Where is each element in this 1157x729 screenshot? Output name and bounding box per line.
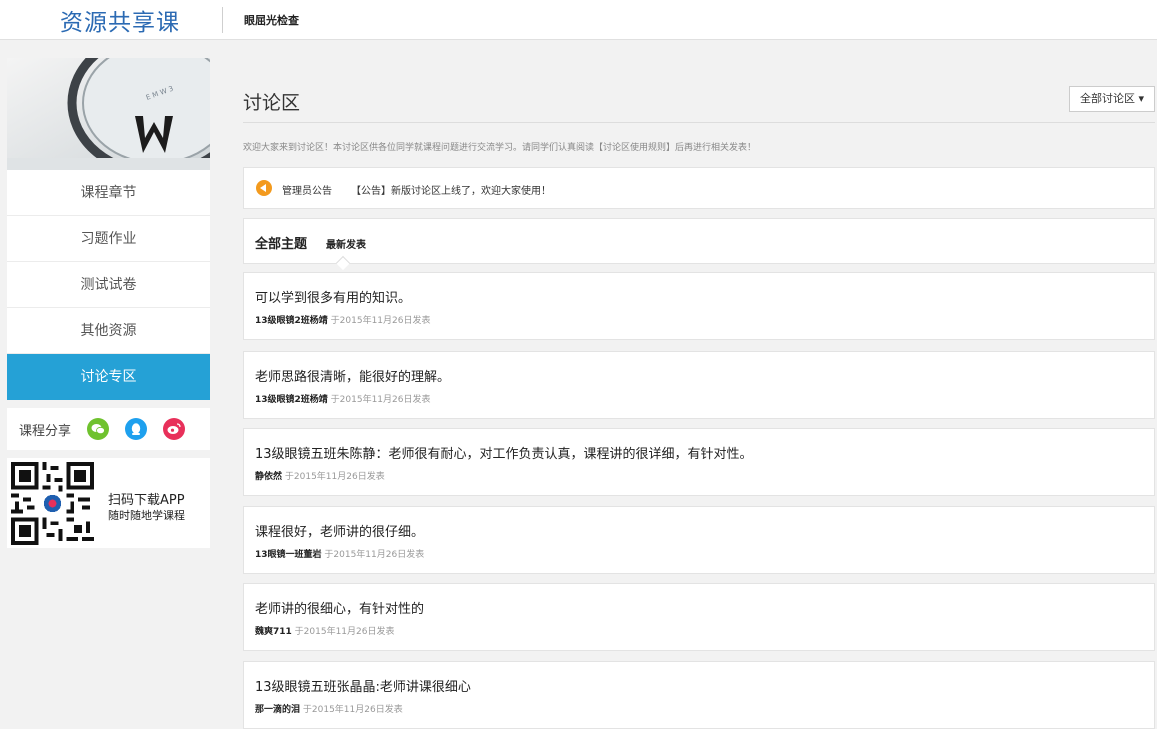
post-item[interactable]: 可以学到很多有用的知识。 13级眼镜2班杨靖 于2015年11月26日发表 — [243, 272, 1155, 340]
post-author[interactable]: 13眼镜一班董岩 — [255, 550, 322, 560]
course-title: 眼屈光检查 — [244, 14, 299, 27]
site-logo[interactable]: 资源共享课 — [60, 3, 180, 37]
course-cover-image: E M W 3 — [7, 58, 210, 170]
nav-item-chapters[interactable]: 课程章节 — [7, 170, 210, 216]
post-meta: 13级眼镜2班杨靖 于2015年11月26日发表 — [255, 313, 430, 326]
post-title[interactable]: 老师讲的很细心，有针对性的 — [255, 598, 424, 617]
post-title[interactable]: 13级眼镜五班朱陈静：老师很有耐心，对工作负责认真，课程讲的很详细，有针对性。 — [255, 443, 753, 462]
post-author[interactable]: 13级眼镜2班杨靖 — [255, 316, 328, 326]
post-title[interactable]: 老师思路很清晰，能很好的理解。 — [255, 366, 450, 385]
post-meta: 13眼镜一班董岩 于2015年11月26日发表 — [255, 547, 424, 560]
app-download-panel: 扫码下载APP 随时随地学课程 — [7, 458, 210, 548]
topic-tabs: 全部主题 最新发表 — [243, 218, 1155, 271]
post-title[interactable]: 可以学到很多有用的知识。 — [255, 287, 411, 306]
post-item[interactable]: 老师思路很清晰，能很好的理解。 13级眼镜2班杨靖 于2015年11月26日发表 — [243, 351, 1155, 419]
title-divider — [243, 122, 1155, 123]
post-date: 于2015年11月26日发表 — [284, 472, 385, 482]
post-meta: 13级眼镜2班杨靖 于2015年11月26日发表 — [255, 392, 430, 405]
post-item[interactable]: 老师讲的很细心，有针对性的 魏爽711 于2015年11月26日发表 — [243, 583, 1155, 651]
post-meta: 魏爽711 于2015年11月26日发表 — [255, 624, 394, 637]
sidebar: E M W 3 课程章节 习题作业 测试试卷 其他资源 讨论专区 课程分享 扫码… — [7, 58, 210, 548]
post-item[interactable]: 13级眼镜五班张晶晶:老师讲课很细心 那一滴的泪 于2015年11月26日发表 — [243, 661, 1155, 729]
weibo-icon[interactable] — [163, 418, 186, 440]
post-meta: 静依然 于2015年11月26日发表 — [255, 469, 385, 482]
nav-item-homework[interactable]: 习题作业 — [7, 216, 210, 262]
post-author[interactable]: 那一滴的泪 — [255, 705, 300, 715]
post-date: 于2015年11月26日发表 — [302, 705, 403, 715]
nav-item-exams[interactable]: 测试试卷 — [7, 262, 210, 308]
wechat-icon[interactable] — [87, 418, 110, 440]
course-share: 课程分享 — [7, 408, 210, 450]
post-date: 于2015年11月26日发表 — [330, 395, 431, 405]
qr-code — [11, 462, 94, 545]
course-nav: 课程章节 习题作业 测试试卷 其他资源 讨论专区 — [7, 170, 210, 400]
post-item[interactable]: 课程很好，老师讲的很仔细。 13眼镜一班董岩 于2015年11月26日发表 — [243, 506, 1155, 574]
nav-item-resources[interactable]: 其他资源 — [7, 308, 210, 354]
header-divider — [222, 7, 223, 33]
discussion-filter-dropdown[interactable]: 全部讨论区 ▾ — [1068, 86, 1155, 112]
share-label: 课程分享 — [19, 423, 72, 439]
post-author[interactable]: 静依然 — [255, 472, 282, 482]
post-title[interactable]: 13级眼镜五班张晶晶:老师讲课很细心 — [255, 676, 471, 695]
page-title: 讨论区 — [243, 92, 301, 114]
post-title[interactable]: 课程很好，老师讲的很仔细。 — [255, 521, 424, 540]
top-bar: 资源共享课 眼屈光检查 — [0, 0, 1157, 40]
app-download-title: 扫码下载APP — [108, 493, 185, 508]
post-item[interactable]: 13级眼镜五班朱陈静：老师很有耐心，对工作负责认真，课程讲的很详细，有针对性。 … — [243, 428, 1155, 496]
app-download-subtitle: 随时随地学课程 — [108, 509, 185, 522]
qq-icon[interactable] — [125, 418, 148, 440]
notice-label: 管理员公告 — [282, 186, 332, 197]
post-date: 于2015年11月26日发表 — [330, 316, 431, 326]
admin-notice[interactable]: 管理员公告 【公告】新版讨论区上线了，欢迎大家使用！ — [243, 167, 1155, 209]
post-meta: 那一滴的泪 于2015年11月26日发表 — [255, 702, 403, 715]
notice-text[interactable]: 【公告】新版讨论区上线了，欢迎大家使用！ — [351, 182, 551, 197]
post-date: 于2015年11月26日发表 — [324, 550, 425, 560]
announcement-icon — [256, 180, 272, 196]
welcome-text: 欢迎大家来到讨论区！本讨论区供各位同学就课程问题进行交流学习。请同学们认真阅读【… — [243, 143, 757, 153]
post-author[interactable]: 魏爽711 — [255, 627, 292, 637]
post-date: 于2015年11月26日发表 — [294, 627, 395, 637]
post-author[interactable]: 13级眼镜2班杨靖 — [255, 395, 328, 405]
tab-all-topics[interactable]: 全部主题 — [255, 233, 307, 252]
tab-latest-posts[interactable]: 最新发表 — [326, 236, 366, 251]
tab-active-indicator — [335, 255, 351, 271]
nav-item-discussion[interactable]: 讨论专区 — [7, 354, 210, 400]
